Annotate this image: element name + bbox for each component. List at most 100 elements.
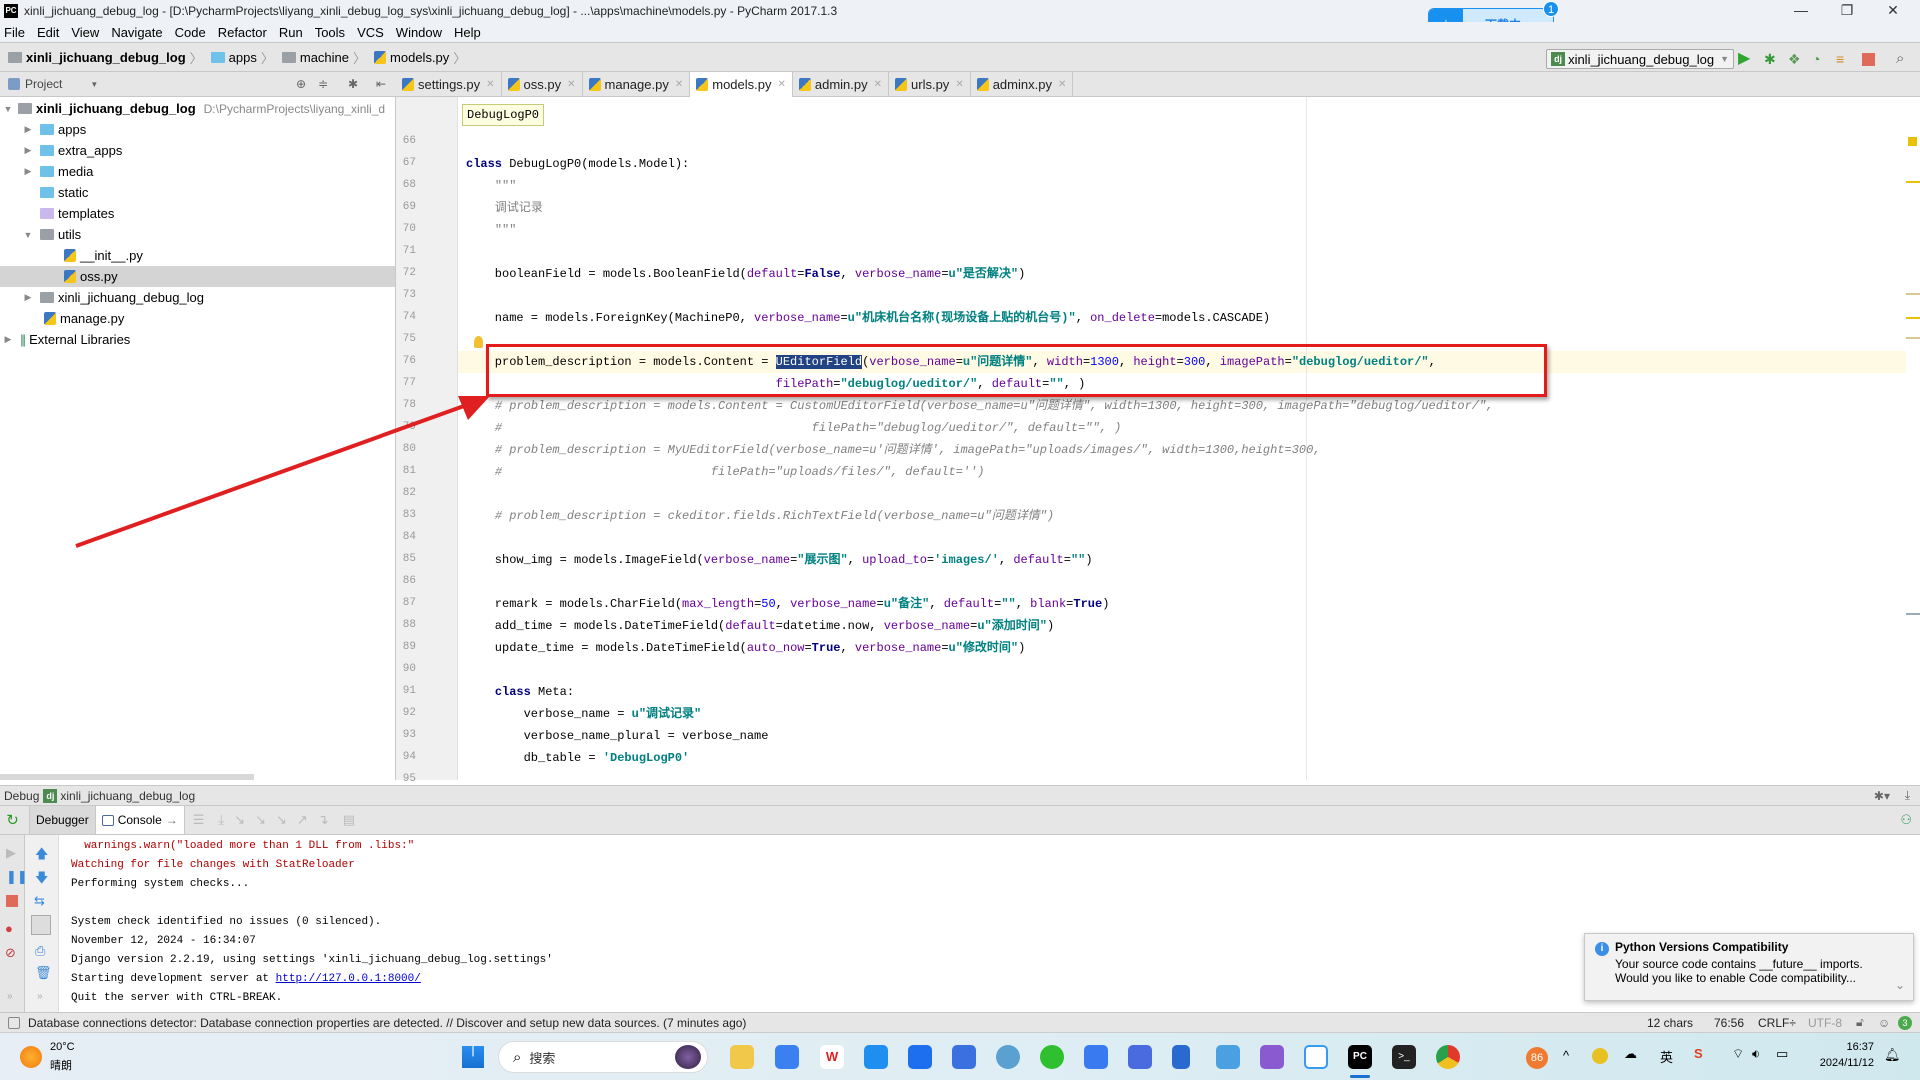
line-number[interactable]: 90	[400, 663, 416, 675]
tree-item-apps[interactable]: ▶ apps	[0, 119, 395, 140]
tree-item-init[interactable]: __init__.py	[0, 245, 395, 266]
close-tab-icon[interactable]: ✕	[1058, 79, 1066, 90]
code-line[interactable]: booleanField = models.BooleanField(defau…	[466, 263, 1026, 285]
notification-python-compat[interactable]: i Python Versions Compatibility Your sou…	[1584, 933, 1914, 1001]
view-breakpoints-icon[interactable]: ●	[5, 921, 13, 936]
sogou-icon[interactable]: S	[1694, 1046, 1703, 1061]
tree-item-oss[interactable]: oss.py	[0, 266, 395, 287]
error-stripe[interactable]	[1906, 97, 1920, 780]
menu-run[interactable]: Run	[279, 25, 303, 40]
tab-adminx[interactable]: adminx.py ✕	[971, 72, 1074, 96]
more-icon[interactable]: »	[7, 991, 13, 1002]
tab-models[interactable]: models.py ✕	[690, 72, 793, 97]
expand-arrow-icon[interactable]: ▶	[22, 124, 34, 135]
line-number[interactable]: 69	[400, 201, 416, 213]
close-tab-icon[interactable]: ✕	[777, 79, 785, 90]
chrome-icon[interactable]	[1436, 1045, 1460, 1069]
tab-admin[interactable]: admin.py ✕	[793, 72, 890, 96]
tab-urls[interactable]: urls.py ✕	[889, 72, 971, 96]
code-line[interactable]: class Meta:	[466, 681, 574, 703]
caret-position[interactable]: 76:56	[1714, 1016, 1744, 1030]
menu-view[interactable]: View	[71, 25, 99, 40]
close-tab-icon[interactable]: ✕	[955, 79, 963, 90]
hide-panel-icon[interactable]: ⤓	[1905, 788, 1910, 803]
print-icon[interactable]: ⎙	[35, 943, 45, 959]
run-coverage-icon[interactable]: ❖	[1788, 51, 1804, 67]
file-explorer-icon[interactable]	[730, 1045, 754, 1069]
tree-item-xinli-package[interactable]: ▶ xinli_jichuang_debug_log	[0, 287, 395, 308]
menu-file[interactable]: File	[4, 25, 25, 40]
expand-arrow-icon[interactable]: ▶	[22, 292, 34, 303]
step-over-icon[interactable]: ⤓	[218, 812, 224, 828]
breadcrumb-machine[interactable]: machine 〉	[281, 48, 370, 67]
show-execution-point-icon[interactable]: ☰	[193, 812, 205, 828]
tree-item-extra-apps[interactable]: ▶ extra_apps	[0, 140, 395, 161]
weather-description[interactable]: 晴朗	[50, 1057, 72, 1073]
inspector-icon[interactable]: ☺	[1878, 1016, 1890, 1030]
server-url-link[interactable]: http://127.0.0.1:8000/	[276, 973, 421, 985]
windows-start-icon[interactable]	[462, 1046, 484, 1068]
trash-icon[interactable]: 🗑	[35, 965, 52, 981]
line-number[interactable]: 73	[400, 289, 416, 301]
expand-arrow-icon[interactable]: ▶	[22, 166, 34, 177]
line-number[interactable]: 71	[400, 245, 416, 257]
tree-item-static[interactable]: static	[0, 182, 395, 203]
menu-navigate[interactable]: Navigate	[111, 25, 162, 40]
menu-help[interactable]: Help	[454, 25, 481, 40]
line-number[interactable]: 91	[400, 685, 416, 697]
close-tab-icon[interactable]: ✕	[486, 79, 494, 90]
menu-edit[interactable]: Edit	[37, 25, 59, 40]
file-encoding[interactable]: UTF-8	[1808, 1016, 1842, 1030]
wps-icon[interactable]: W	[820, 1045, 844, 1069]
pin-icon[interactable]: →	[166, 813, 178, 827]
code-line[interactable]: add_time = models.DateTimeField(default=…	[466, 615, 1054, 637]
dingtalk-icon[interactable]	[864, 1045, 888, 1069]
step-out-icon[interactable]: ↗	[297, 812, 308, 828]
code-line[interactable]: # filePath="uploads/files/", default='')	[466, 461, 985, 483]
collapse-icon[interactable]: ≑	[318, 77, 328, 91]
tray-app-badge[interactable]: 86	[1526, 1047, 1548, 1069]
lark-app-icon[interactable]	[775, 1045, 799, 1069]
notification-link[interactable]: Would you like to enable Code compatibil…	[1615, 971, 1903, 985]
down-arrow-icon[interactable]: 🡇	[35, 869, 48, 891]
code-line[interactable]: """	[466, 219, 517, 241]
line-number[interactable]: 93	[400, 729, 416, 741]
step-into-my-code-icon[interactable]: ↘	[255, 812, 266, 828]
run-configuration-select[interactable]: dj xinli_jichuang_debug_log ▼	[1546, 49, 1734, 69]
code-line[interactable]: class DebugLogP0(models.Model):	[466, 153, 689, 175]
tree-item-media[interactable]: ▶ media	[0, 161, 395, 182]
expand-arrow-icon[interactable]: ▼	[2, 104, 14, 114]
ime-indicator[interactable]: 英	[1660, 1047, 1673, 1066]
code-line[interactable]: verbose_name_plural = verbose_name	[466, 725, 769, 747]
line-number[interactable]: 76	[400, 355, 416, 367]
pycharm-taskbar-icon[interactable]: PC	[1348, 1045, 1372, 1069]
evaluate-expression-icon[interactable]: ▤	[343, 812, 355, 828]
chevron-down-icon[interactable]: ⌄	[1895, 978, 1905, 992]
line-number[interactable]: 88	[400, 619, 416, 631]
tab-settings[interactable]: settings.py ✕	[396, 72, 502, 96]
line-number[interactable]: 87	[400, 597, 416, 609]
intention-bulb-icon[interactable]	[474, 336, 483, 348]
code-line[interactable]: # filePath="debuglog/ueditor/", default=…	[466, 417, 1122, 439]
tab-oss[interactable]: oss.py ✕	[502, 72, 583, 96]
maximize-button[interactable]: ❐	[1824, 0, 1870, 22]
project-panel-title[interactable]: Project	[25, 77, 62, 91]
menu-tools[interactable]: Tools	[315, 25, 345, 40]
line-number[interactable]: 70	[400, 223, 416, 235]
search-icon[interactable]: ⌕	[1896, 51, 1912, 67]
show-hidden-icons[interactable]: ^	[1563, 1048, 1569, 1063]
event-log-badge[interactable]: 3	[1898, 1015, 1912, 1030]
restore-layout-icon[interactable]: ⚇	[1900, 812, 1912, 828]
locate-icon[interactable]: ⊕	[296, 77, 306, 91]
profile-icon[interactable]: ◔	[1812, 51, 1828, 67]
tree-item-utils[interactable]: ▼ utils	[0, 224, 395, 245]
concurrency-icon[interactable]: ≡	[1836, 51, 1852, 67]
wechat-icon[interactable]	[1040, 1045, 1064, 1069]
expand-arrow-icon[interactable]: ▶	[2, 334, 14, 345]
feishu-icon[interactable]	[908, 1045, 932, 1069]
battery-icon[interactable]: ▭	[1776, 1046, 1788, 1062]
weather-temperature[interactable]: 20°C	[50, 1041, 75, 1053]
line-number[interactable]: 94	[400, 751, 416, 763]
lock-icon[interactable]: 🔓︎	[1856, 1015, 1864, 1030]
line-number[interactable]: 86	[400, 575, 416, 587]
